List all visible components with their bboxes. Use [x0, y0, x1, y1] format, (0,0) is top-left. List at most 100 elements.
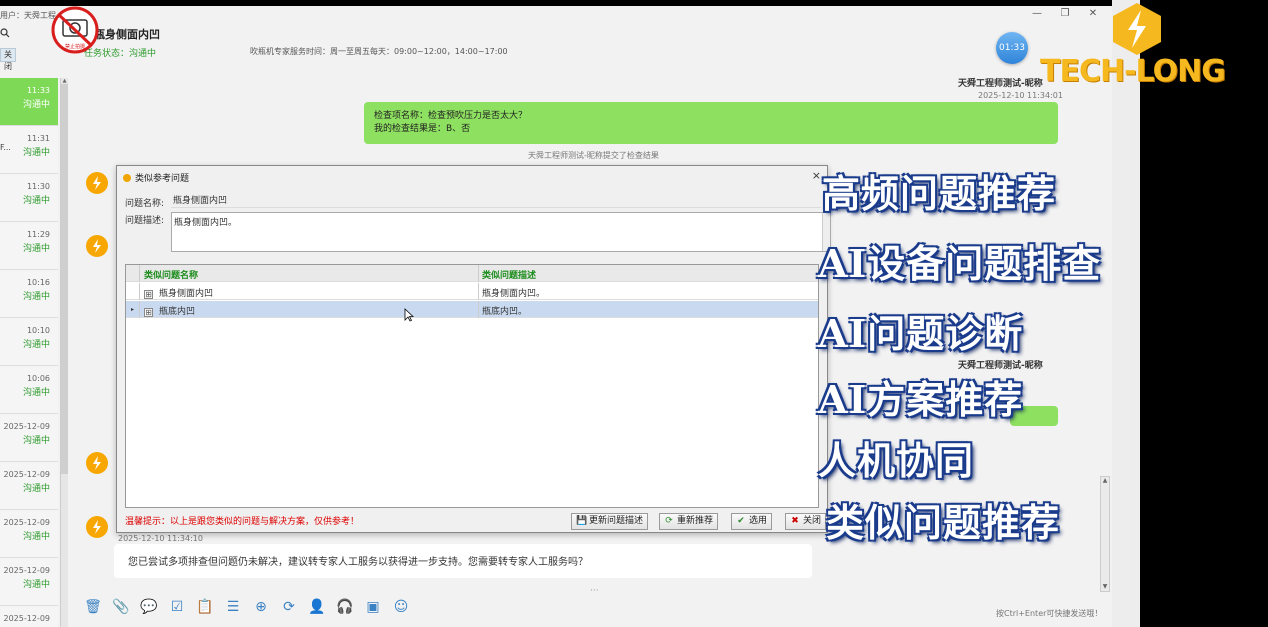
question-name-label: 问题名称:	[125, 199, 165, 209]
search-icon[interactable]	[0, 28, 10, 40]
restore-button[interactable]: ❐	[1058, 8, 1072, 19]
column-header-desc[interactable]: 类似问题描述	[482, 268, 536, 281]
session-item[interactable]: 10:16 沟通中	[0, 270, 58, 318]
list-icon[interactable]: ☰	[224, 598, 242, 616]
row-name: 瓶底内凹	[159, 307, 196, 317]
bot-avatar-icon	[86, 452, 108, 474]
refresh-icon[interactable]: ⟳	[280, 598, 298, 616]
session-time: 2025-12-09	[3, 518, 51, 527]
brand-logo-icon	[1113, 3, 1161, 55]
session-item[interactable]: 10:06 沟通中	[0, 366, 58, 414]
promo-line: AI方案推荐	[818, 377, 1024, 422]
re-recommend-button[interactable]: ⟳ 重新推荐	[659, 513, 719, 530]
update-desc-button[interactable]: 💾 更新问题描述	[571, 513, 649, 530]
session-item[interactable]: 2025-12-09 沟通中	[0, 558, 58, 606]
user-icon[interactable]: 👤	[308, 598, 326, 616]
tip-text: 温馨提示：以上是跟您类似的问题与解决方案，仅供参考！	[125, 517, 360, 527]
session-item[interactable]: 11:33 沟通中	[0, 78, 58, 126]
session-time: 10:16	[26, 278, 50, 287]
session-item[interactable]: 10:10 沟通中	[0, 318, 58, 366]
call-timer: 01:33	[996, 32, 1028, 64]
input-toolbar: 🗑 📎 💬 ☑ 📋 ☰ ⊕ ⟳ 👤 🎧 ▣ ☺	[84, 598, 410, 616]
mouse-cursor-icon	[404, 308, 414, 322]
question-name-field[interactable]: 瓶身侧面内凹	[171, 194, 821, 208]
close-icon: ✖	[791, 516, 799, 526]
message-line: 检查项名称：检查预吹压力是否太大？	[374, 111, 528, 121]
session-item[interactable]: 2025-12-09沟通中	[0, 606, 58, 627]
question-desc-text: 瓶身侧面内凹。	[174, 218, 238, 228]
add-circle-icon[interactable]: ⊕	[252, 598, 270, 616]
checkbox-icon[interactable]: ☑	[168, 598, 186, 616]
session-item[interactable]: 2025-12-09沟通中	[0, 462, 58, 510]
message-time: 2025-12-10 11:34:10	[118, 534, 203, 543]
select-button[interactable]: ✔ 选用	[731, 513, 773, 530]
scroll-up-icon[interactable]: ▲	[1101, 477, 1109, 485]
session-time: 11:31	[26, 134, 50, 143]
session-time: 10:10	[26, 326, 50, 335]
row-desc: 瓶底内凹。	[482, 307, 528, 317]
scroll-thumb[interactable]	[61, 84, 68, 474]
window-close-button[interactable]: ✕	[1086, 8, 1100, 19]
session-time: 2025-12-09	[3, 614, 51, 623]
promo-line: AI设备问题排查	[818, 241, 1102, 286]
clipboard-icon[interactable]: 📋	[196, 598, 214, 616]
bot-avatar-icon	[86, 172, 108, 194]
session-status: 沟通中	[22, 148, 50, 158]
drag-handle[interactable]: ···	[590, 586, 599, 596]
session-item[interactable]: 11:30 沟通中	[0, 174, 58, 222]
close-button[interactable]: ✖ 关闭	[785, 513, 827, 530]
bot-avatar-icon	[86, 516, 108, 538]
session-status: 沟通中	[22, 196, 50, 206]
trash-icon[interactable]: 🗑	[84, 598, 102, 616]
bot-message-bubble: 您已尝试多项排查但问题仍未解决，建议转专家人工服务以获得进一步支持。您需要转专家…	[114, 544, 812, 578]
chat-icon[interactable]: 💬	[140, 598, 158, 616]
session-item[interactable]: 2025-12-09沟通中	[0, 414, 58, 462]
session-time: 11:29	[26, 230, 50, 239]
session-item[interactable]: 11:31 F... 沟通中	[0, 126, 58, 174]
session-status: 沟通中	[22, 388, 50, 398]
bot-avatar-icon	[86, 235, 108, 257]
session-time: 2025-12-09	[3, 470, 51, 479]
session-time: 10:06	[26, 374, 50, 383]
session-item[interactable]: 2025-12-09 沟通中	[0, 510, 58, 558]
close-tab-button[interactable]: 关闭	[0, 48, 16, 71]
question-desc-field[interactable]: 瓶身侧面内凹。	[171, 212, 831, 252]
promo-line: 高频问题推荐	[822, 171, 1057, 216]
sender-name: 天舜工程师测试-昵称	[958, 79, 1043, 89]
expand-icon[interactable]: ⊞	[144, 308, 153, 317]
session-status: 沟通中	[22, 436, 50, 446]
row-name: 瓶身侧面内凹	[159, 289, 214, 299]
dialog-close-button[interactable]: ×	[812, 169, 821, 182]
service-time: 吹瓶机专家服务时间：周一至周五每天：09:00~12:00，14:00~17:0…	[250, 47, 508, 56]
question-desc-label: 问题描述:	[125, 216, 165, 226]
session-status: 沟通中	[22, 580, 50, 590]
table-row[interactable]: ⊞ 瓶身侧面内凹 瓶身侧面内凹。	[126, 283, 818, 300]
session-status: 沟通中	[22, 100, 50, 110]
emoji-icon[interactable]: ☺	[392, 598, 410, 616]
attachment-icon[interactable]: 📎	[112, 598, 130, 616]
dialog-title-text: 类似参考问题	[135, 174, 190, 184]
no-camera-icon: 禁止拍摄	[51, 6, 99, 54]
session-list: 11:33 沟通中 11:31 F... 沟通中 11:30 沟通中 11:29 沟通中 10:1…	[0, 78, 68, 627]
session-time: 2025-12-09	[3, 566, 51, 575]
session-status: 沟通中	[22, 340, 50, 350]
minimize-button[interactable]: —	[1030, 8, 1044, 19]
scroll-down-icon[interactable]: ▼	[1101, 583, 1109, 591]
document-icon[interactable]: ▣	[364, 598, 382, 616]
session-item[interactable]: 11:29 沟通中	[0, 222, 58, 270]
row-desc: 瓶身侧面内凹。	[482, 289, 546, 299]
side-strip	[1112, 0, 1140, 627]
promo-line: 人机协同	[818, 438, 975, 483]
window-controls: — ❐ ✕	[1030, 8, 1100, 19]
send-hint: 按Ctrl+Enter可快捷发送哦！	[996, 609, 1103, 618]
chat-scrollbar[interactable]: ▲ ▼	[1100, 476, 1110, 592]
session-status: 沟通中	[22, 532, 50, 542]
table-row[interactable]: ▸ ⊞ 瓶底内凹 瓶底内凹。	[126, 301, 818, 318]
similar-questions-dialog: 类似参考问题 × 问题名称: 瓶身侧面内凹 问题描述: 瓶身侧面内凹。 类似问题…	[116, 165, 831, 533]
brand-name: TECH-LONG	[1040, 54, 1226, 89]
support-icon[interactable]: 🎧	[336, 598, 354, 616]
session-list-scrollbar[interactable]: ▲	[60, 78, 68, 627]
column-header-name[interactable]: 类似问题名称	[144, 268, 198, 281]
message-bubble: 检查项名称：检查预吹压力是否太大？ 我的检查结果是：B、否	[364, 102, 1058, 144]
expand-icon[interactable]: ⊞	[144, 290, 153, 299]
